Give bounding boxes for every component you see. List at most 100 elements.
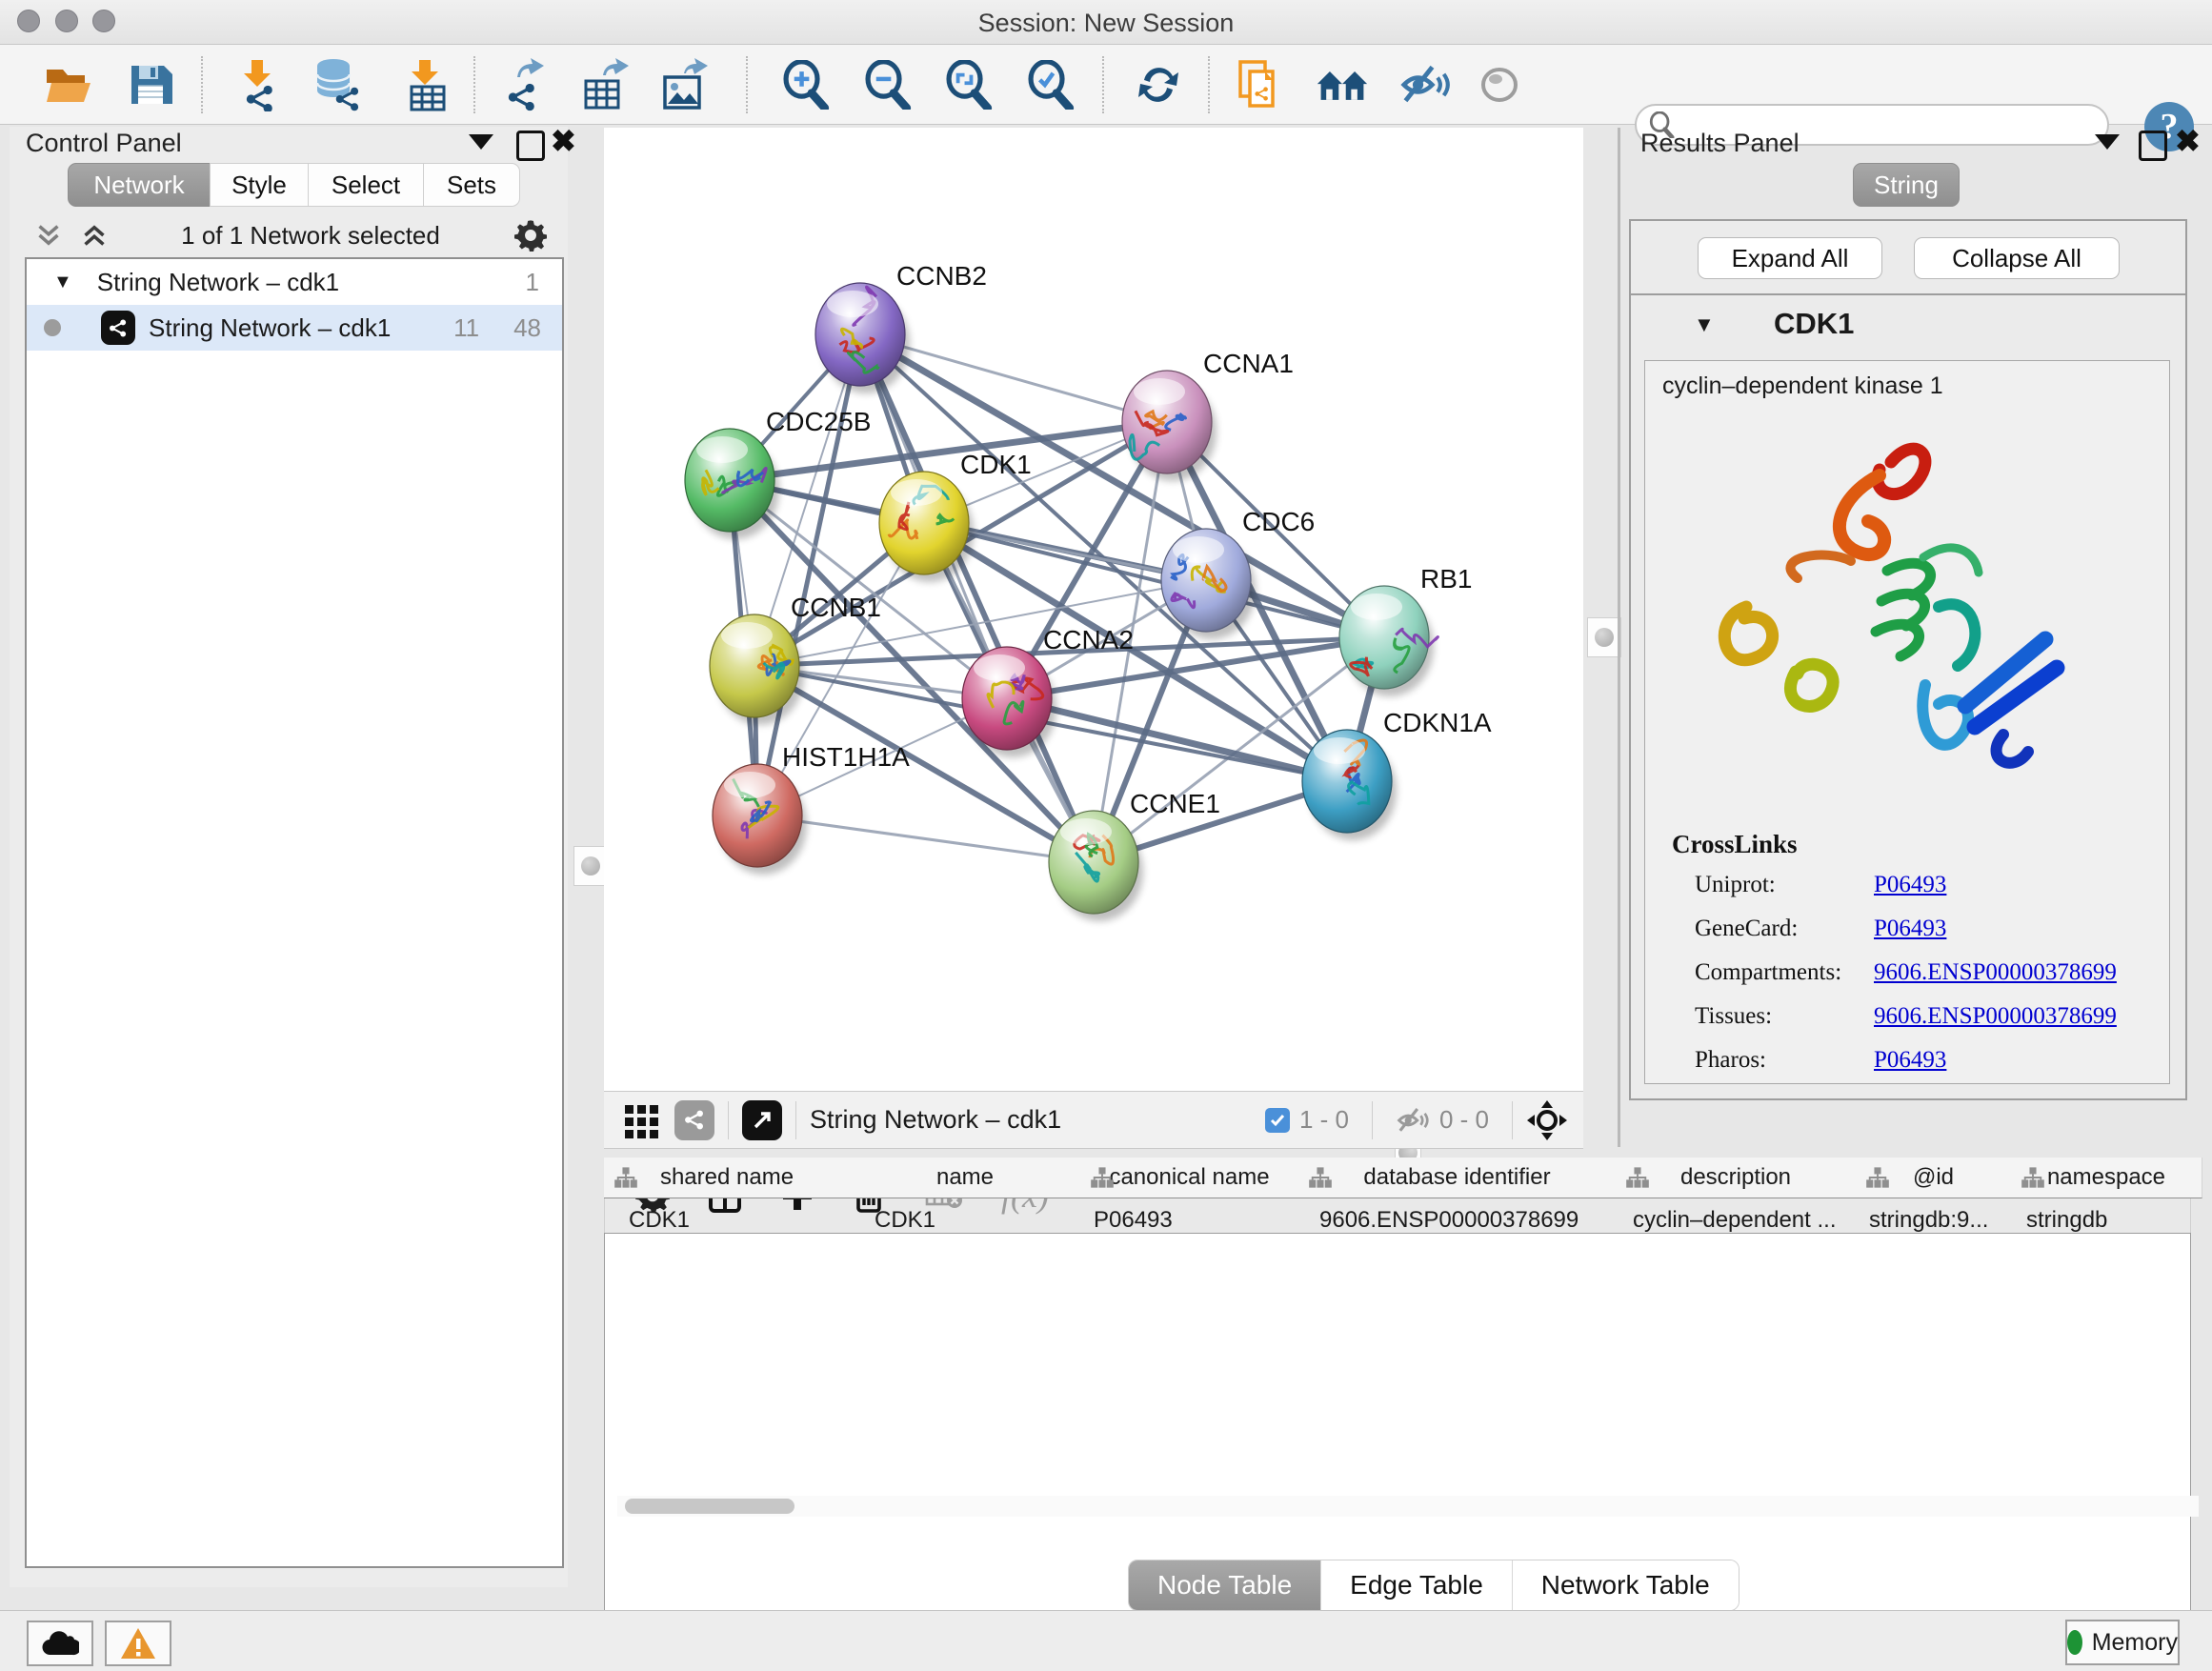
crosslink-label: Tissues: bbox=[1695, 1003, 1874, 1047]
zoom-out-button[interactable] bbox=[860, 58, 914, 111]
network-collection-row[interactable]: ▼ String Network – cdk1 1 bbox=[27, 259, 562, 305]
collapse-all-button[interactable]: Collapse All bbox=[1914, 237, 2120, 279]
hidden-counts: 0 - 0 bbox=[1439, 1105, 1489, 1135]
cell-canonical-name[interactable]: P06493 bbox=[1080, 1233, 1298, 1241]
network-graph[interactable]: CCNB2CCNA1CDC25BCDK1CDC6RB1CCNB1CCNA2CDK… bbox=[604, 128, 1583, 1091]
cloud-icon bbox=[41, 1630, 79, 1657]
cell-namespace[interactable]: stringdb bbox=[2011, 1233, 2191, 1241]
collection-label: String Network – cdk1 bbox=[97, 268, 339, 297]
tab-string-results[interactable]: String bbox=[1853, 163, 1960, 207]
toolbar-separator bbox=[201, 56, 203, 113]
control-panel-title: Control Panel bbox=[26, 129, 182, 158]
clone-network-button[interactable] bbox=[1234, 58, 1287, 111]
vertical-splitter[interactable] bbox=[1618, 128, 1620, 1147]
birds-eye-toggle-icon[interactable] bbox=[1526, 1099, 1568, 1141]
zoom-in-button[interactable] bbox=[778, 58, 832, 111]
export-image-button[interactable] bbox=[658, 58, 712, 111]
save-session-button[interactable] bbox=[124, 58, 177, 111]
tab-select[interactable]: Select bbox=[308, 163, 424, 207]
panel-menu-icon[interactable] bbox=[2095, 134, 2120, 150]
panel-float-icon[interactable] bbox=[2139, 131, 2167, 161]
network-node-CCNE1[interactable]: CCNE1 bbox=[1049, 789, 1220, 921]
collapse-all-icon[interactable] bbox=[36, 223, 61, 248]
expand-all-icon[interactable] bbox=[82, 223, 107, 248]
network-tree: ▼ String Network – cdk1 1 String Network… bbox=[25, 257, 564, 1568]
network-node-CCNA2[interactable]: CCNA2 bbox=[962, 625, 1134, 757]
toolbar-separator bbox=[746, 56, 748, 113]
node-count: 11 bbox=[453, 313, 479, 343]
export-table-button[interactable] bbox=[578, 58, 632, 111]
node-label-CCNE1: CCNE1 bbox=[1130, 789, 1220, 818]
separator bbox=[795, 1101, 796, 1139]
warnings-button[interactable] bbox=[105, 1621, 171, 1666]
cloud-status-button[interactable] bbox=[27, 1621, 93, 1666]
tab-node-table[interactable]: Node Table bbox=[1129, 1560, 1321, 1610]
network-view-toolbar: String Network – cdk1 1 - 0 0 - 0 bbox=[604, 1091, 1583, 1149]
hide-selected-button[interactable] bbox=[1398, 58, 1452, 111]
node-table: shared name name canonical name database… bbox=[604, 1233, 2191, 1611]
tab-edge-table[interactable]: Edge Table bbox=[1321, 1560, 1513, 1610]
detach-view-icon[interactable] bbox=[742, 1100, 782, 1140]
panel-menu-icon[interactable] bbox=[469, 134, 493, 150]
control-panel: Control Panel ✖ Network Style Select Set… bbox=[10, 127, 568, 1587]
export-network-button[interactable] bbox=[494, 58, 548, 111]
crosslink-value-link[interactable]: P06493 bbox=[1874, 872, 1946, 916]
selected-counts: 1 - 0 bbox=[1299, 1105, 1349, 1135]
node-label-CDC25B: CDC25B bbox=[766, 407, 871, 436]
cell-database-identifier[interactable]: 9606.ENSP00000378699 bbox=[1298, 1233, 1616, 1241]
first-neighbors-button[interactable] bbox=[1316, 58, 1369, 111]
toolbar-separator bbox=[1208, 56, 1210, 113]
tab-network[interactable]: Network bbox=[68, 163, 211, 207]
node-label-CCNB2: CCNB2 bbox=[896, 261, 987, 291]
tab-sets[interactable]: Sets bbox=[423, 163, 520, 207]
import-network-file-button[interactable] bbox=[231, 58, 284, 111]
right-splitter-grip[interactable] bbox=[1587, 617, 1621, 657]
selected-checkbox-icon[interactable] bbox=[1265, 1108, 1290, 1133]
panel-float-icon[interactable] bbox=[516, 131, 545, 161]
crosslink-value-link[interactable]: P06493 bbox=[1874, 916, 1946, 959]
crosslink-value-link[interactable]: P06493 bbox=[1874, 1047, 1946, 1091]
panel-close-icon[interactable]: ✖ bbox=[551, 129, 576, 153]
apply-layout-button[interactable] bbox=[1132, 58, 1185, 111]
node-label-CDKN1A: CDKN1A bbox=[1383, 708, 1492, 737]
crosslink-value-link[interactable]: 9606.ENSP00000378699 bbox=[1874, 959, 2117, 1003]
memory-button[interactable]: Memory bbox=[2065, 1620, 2180, 1665]
zoom-selected-button[interactable] bbox=[1023, 58, 1076, 111]
open-session-button[interactable] bbox=[42, 58, 95, 111]
network-view-icon[interactable] bbox=[674, 1100, 714, 1140]
left-splitter-grip[interactable] bbox=[573, 846, 608, 886]
gear-icon[interactable] bbox=[514, 219, 547, 252]
import-network-database-button[interactable] bbox=[311, 58, 364, 111]
network-node-CDKN1A[interactable]: CDKN1A bbox=[1302, 708, 1492, 840]
network-row[interactable]: String Network – cdk1 11 48 bbox=[27, 305, 562, 351]
network-canvas[interactable]: CCNB2CCNA1CDC25BCDK1CDC6RB1CCNB1CCNA2CDK… bbox=[604, 128, 1583, 1091]
entry-expander-icon[interactable]: ▼ bbox=[1694, 312, 1715, 337]
cell-name[interactable]: CDK1 bbox=[850, 1233, 1080, 1241]
panel-close-icon[interactable]: ✖ bbox=[2175, 129, 2201, 153]
network-node-CCNB1[interactable]: CCNB1 bbox=[710, 593, 881, 725]
import-table-file-button[interactable] bbox=[400, 58, 453, 111]
scrollbar-thumb[interactable] bbox=[625, 1499, 794, 1514]
tab-network-table[interactable]: Network Table bbox=[1513, 1560, 1739, 1610]
grid-view-icon[interactable] bbox=[623, 1101, 661, 1139]
network-node-RB1[interactable]: RB1 bbox=[1339, 564, 1472, 696]
show-all-button[interactable] bbox=[1473, 58, 1526, 111]
hidden-eye-icon[interactable] bbox=[1396, 1106, 1430, 1135]
crosslink-value-link[interactable]: 9606.ENSP00000378699 bbox=[1874, 1003, 2117, 1047]
tab-style[interactable]: Style bbox=[210, 163, 309, 207]
status-bar: Memory bbox=[0, 1610, 2212, 1671]
table-tabs: Node Table Edge Table Network Table bbox=[1128, 1560, 1739, 1611]
network-node-CDC6[interactable]: CDC6 bbox=[1161, 507, 1315, 639]
cell-description[interactable]: cyclin–dependent ... bbox=[1616, 1233, 1856, 1241]
horizontal-scrollbar[interactable] bbox=[617, 1496, 2191, 1517]
cell-shared-name[interactable]: CDK1 bbox=[604, 1233, 850, 1241]
separator bbox=[1512, 1101, 1513, 1139]
crosslink-label: Uniprot: bbox=[1695, 872, 1874, 916]
edge-count: 48 bbox=[513, 313, 541, 343]
collection-expander-icon[interactable]: ▼ bbox=[53, 272, 72, 293]
network-selection-bar: 1 of 1 Network selected bbox=[10, 214, 568, 256]
zoom-fit-button[interactable] bbox=[941, 58, 995, 111]
expand-all-button[interactable]: Expand All bbox=[1698, 237, 1882, 279]
network-node-HIST1H1A[interactable]: HIST1H1A bbox=[713, 742, 910, 875]
cell-id[interactable]: stringdb:9... bbox=[1856, 1233, 2011, 1241]
